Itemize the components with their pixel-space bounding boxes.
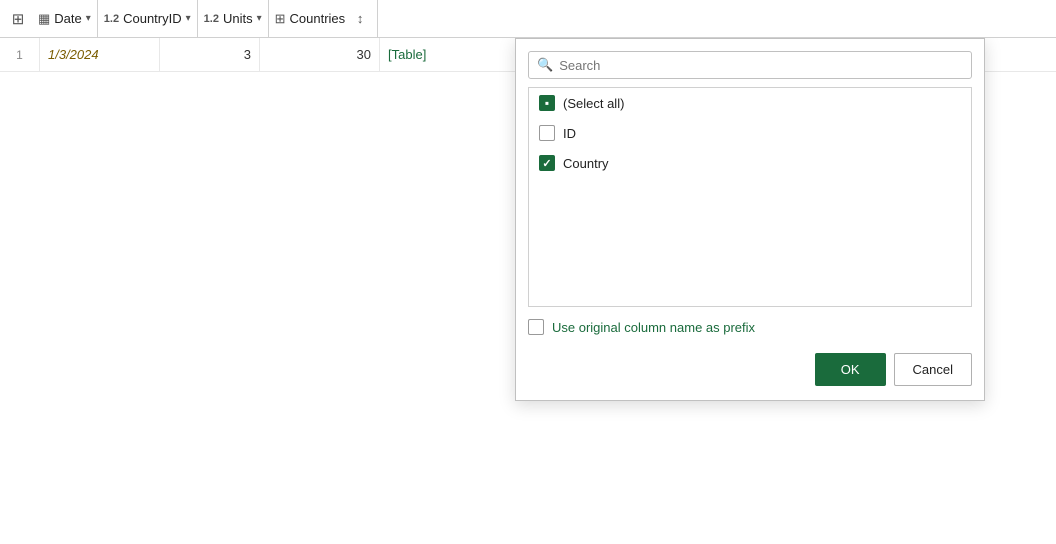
checkbox-item-select-all[interactable]: (Select all) — [529, 88, 971, 118]
checkbox-item-country[interactable]: Country — [529, 148, 971, 178]
cell-date: 1/3/2024 — [40, 38, 160, 71]
checkbox-id[interactable] — [539, 125, 555, 141]
toolbar: ⊞ ▦ Date ▾ 1.2 CountryID ▾ 1.2 Units ▾ ⊞… — [0, 0, 1056, 38]
col-countryid-label: CountryID — [123, 11, 182, 26]
col-countries-label: Countries — [290, 11, 346, 26]
checkbox-select-all[interactable] — [539, 95, 555, 111]
checkbox-country-label: Country — [563, 156, 609, 171]
col-header-date[interactable]: ▦ Date ▾ — [32, 0, 98, 37]
checkbox-prefix[interactable] — [528, 319, 544, 335]
main-area: 1 1/3/2024 3 30 [Table] 🔍 — [0, 38, 1056, 544]
cancel-button[interactable]: Cancel — [894, 353, 972, 386]
search-box[interactable]: 🔍 — [528, 51, 972, 79]
search-icon: 🔍 — [537, 57, 553, 73]
calendar-icon: ▦ — [38, 11, 50, 27]
col-date-label: Date — [54, 11, 81, 26]
ok-button[interactable]: OK — [815, 353, 886, 386]
col-units-arrow[interactable]: ▾ — [257, 13, 262, 24]
col-date-arrow[interactable]: ▾ — [86, 13, 91, 24]
checkbox-id-label: ID — [563, 126, 576, 141]
checkbox-list: (Select all) ID Country — [528, 87, 972, 307]
grid-icon[interactable]: ⊞ — [4, 5, 32, 33]
expand-dropdown-panel: 🔍 (Select all) ID Country Use — [515, 38, 985, 401]
prefix-label: Use original column name as prefix — [552, 320, 755, 335]
units-type-icon: 1.2 — [204, 13, 219, 25]
cell-countryid: 3 — [160, 38, 260, 71]
col-header-countryid[interactable]: 1.2 CountryID ▾ — [98, 0, 198, 37]
cell-units: 30 — [260, 38, 380, 71]
countries-table-icon: ⊞ — [275, 11, 286, 27]
col-units-label: Units — [223, 11, 253, 26]
countryid-type-icon: 1.2 — [104, 13, 119, 25]
col-countryid-arrow[interactable]: ▾ — [186, 13, 191, 24]
row-number: 1 — [0, 38, 40, 71]
checkbox-item-id[interactable]: ID — [529, 118, 971, 148]
checkbox-country[interactable] — [539, 155, 555, 171]
col-header-units[interactable]: 1.2 Units ▾ — [198, 0, 269, 37]
expand-icon[interactable]: ↕ — [349, 8, 371, 30]
action-row: OK Cancel — [516, 345, 984, 400]
prefix-row: Use original column name as prefix — [516, 307, 984, 345]
col-header-countries[interactable]: ⊞ Countries ↕ — [269, 0, 379, 37]
checkbox-select-all-label: (Select all) — [563, 96, 624, 111]
search-input[interactable] — [559, 58, 963, 73]
